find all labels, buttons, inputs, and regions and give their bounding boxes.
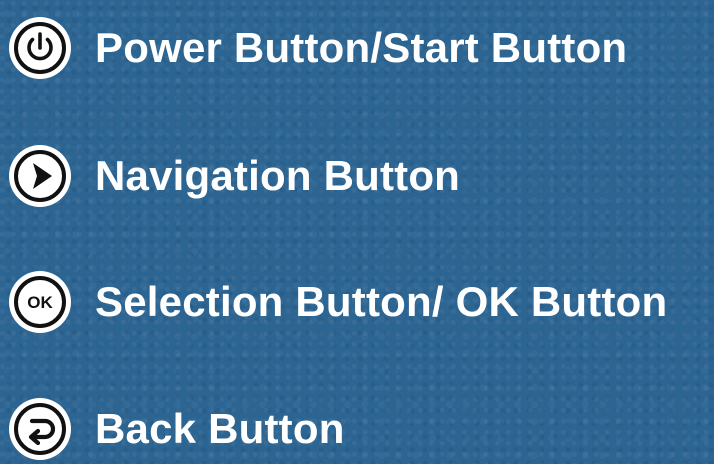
legend-item-back: Back Button xyxy=(7,394,345,464)
power-icon xyxy=(7,15,73,81)
button-legend: Power Button/Start Button Navigation But… xyxy=(0,0,714,460)
legend-item-selection: OK Selection Button/ OK Button xyxy=(7,267,667,337)
back-arrow-icon xyxy=(7,396,73,462)
legend-item-power: Power Button/Start Button xyxy=(7,13,627,83)
legend-item-navigation: Navigation Button xyxy=(7,141,460,211)
ok-icon: OK xyxy=(7,269,73,335)
play-arrow-icon xyxy=(7,143,73,209)
navigation-button-label: Navigation Button xyxy=(95,152,461,199)
back-button-label: Back Button xyxy=(95,405,345,452)
selection-button-label: Selection Button/ OK Button xyxy=(95,278,668,325)
power-button-label: Power Button/Start Button xyxy=(95,24,628,71)
ok-icon-text: OK xyxy=(27,293,53,312)
